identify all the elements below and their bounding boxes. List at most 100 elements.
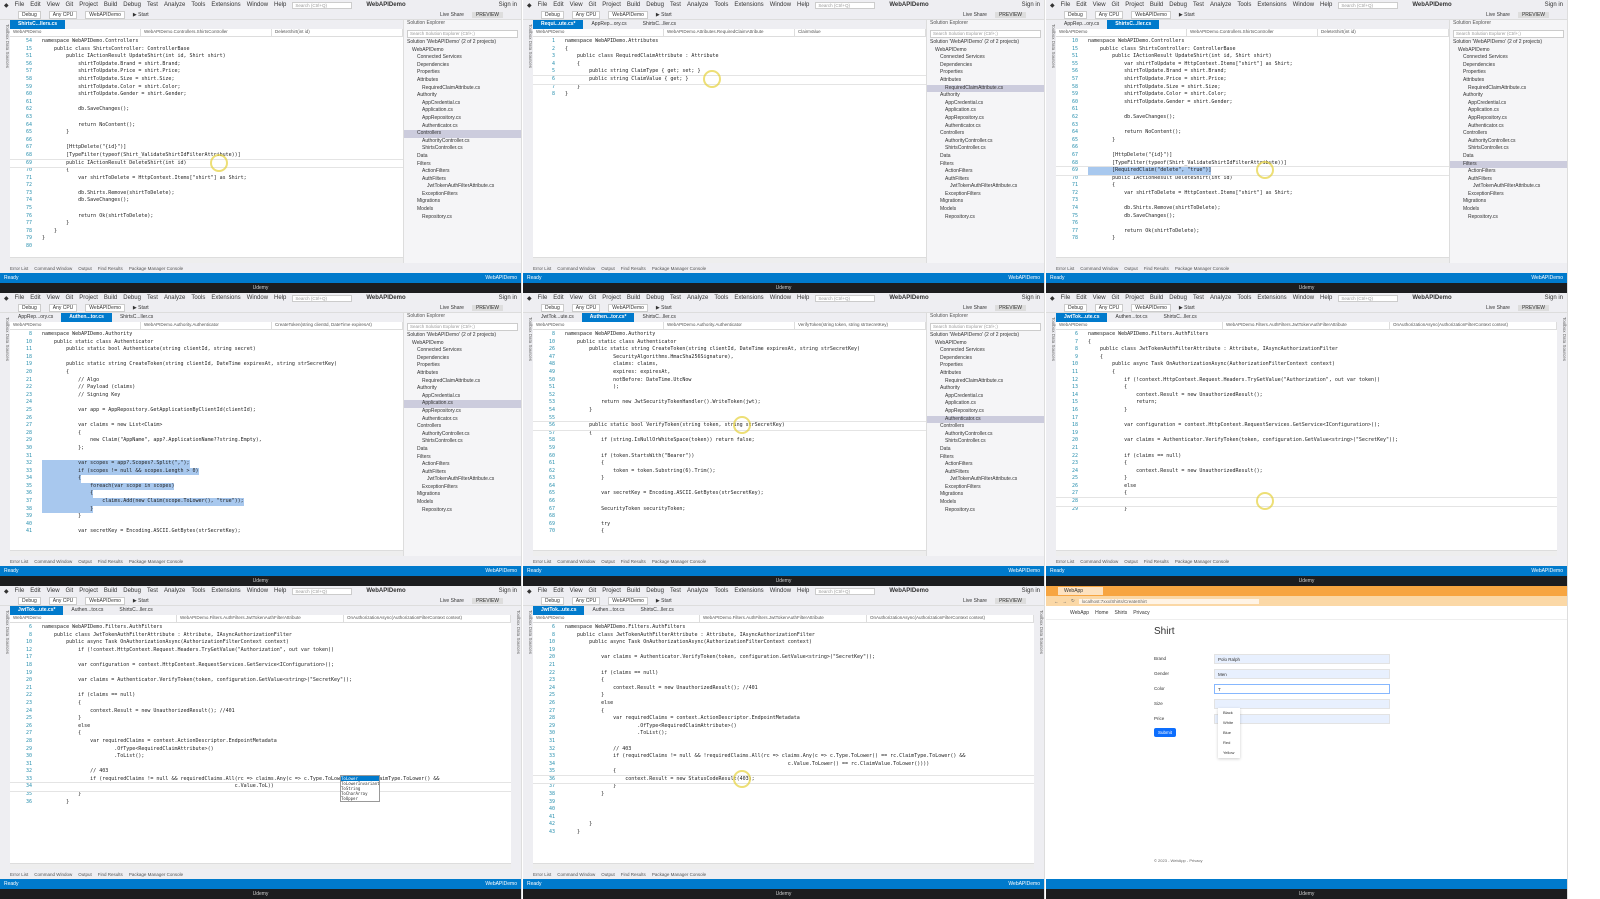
bottom-tab[interactable]: Error List	[1056, 266, 1074, 271]
solution-item[interactable]: AppRepository.cs	[404, 408, 521, 416]
document-tab[interactable]: Authen...tor.cs*	[581, 313, 635, 322]
solution-item[interactable]: WebAPIDemo	[927, 340, 1044, 348]
solution-item[interactable]: AppRepository.cs	[1450, 115, 1567, 123]
menu-window[interactable]: Window	[770, 588, 791, 594]
solution-item[interactable]: Filters	[404, 454, 521, 462]
nav-dropdown[interactable]: ClaimValue	[795, 29, 926, 36]
document-tab[interactable]: AppRep...ory.cs	[1056, 20, 1107, 29]
nav-link[interactable]: Home	[1095, 610, 1108, 616]
config-dropdown[interactable]: Debug	[541, 10, 564, 19]
menu-edit[interactable]: Edit	[1076, 295, 1086, 301]
live-share-button[interactable]: Live Share	[440, 305, 464, 311]
menu-analyze[interactable]: Analyze	[687, 295, 708, 301]
solution-item[interactable]: AuthorityController.cs	[1450, 138, 1567, 146]
sign-in-link[interactable]: Sign in	[499, 2, 517, 8]
horizontal-scrollbar[interactable]	[1056, 257, 1449, 263]
start-button[interactable]: ▶ Start	[656, 305, 672, 311]
sign-in-link[interactable]: Sign in	[499, 295, 517, 301]
solution-item[interactable]: Authority	[1450, 92, 1567, 100]
solution-item[interactable]: Dependencies	[927, 62, 1044, 70]
platform-dropdown[interactable]: Any CPU	[48, 303, 78, 312]
solution-item[interactable]: AppCredential.cs	[1450, 100, 1567, 108]
menu-view[interactable]: View	[570, 2, 583, 8]
solution-item[interactable]: AppCredential.cs	[927, 393, 1044, 401]
document-tab[interactable]: Authen...tor.cs	[1107, 313, 1155, 322]
solution-item[interactable]: Migrations	[404, 491, 521, 499]
autocomplete-option[interactable]: Blue	[1223, 728, 1240, 738]
solution-item[interactable]: Authority	[404, 385, 521, 393]
menu-help[interactable]: Help	[797, 295, 809, 301]
menu-view[interactable]: View	[47, 588, 60, 594]
startup-project-dropdown[interactable]: WebAPIDemo	[85, 10, 125, 19]
bottom-tab[interactable]: Error List	[533, 872, 551, 877]
menu-extensions[interactable]: Extensions	[734, 2, 763, 8]
bottom-tab[interactable]: Command Window	[557, 559, 595, 564]
bottom-tab[interactable]: Output	[601, 559, 615, 564]
bottom-tab[interactable]: Package Manager Console	[652, 559, 706, 564]
nav-link[interactable]: Shirts	[1114, 610, 1127, 616]
solution-item[interactable]: Authority	[927, 92, 1044, 100]
start-button[interactable]: ▶ Start	[656, 12, 672, 18]
menu-edit[interactable]: Edit	[30, 2, 40, 8]
solution-item[interactable]: Controllers	[404, 130, 521, 138]
nav-dropdown[interactable]: WebAPIDemo	[10, 29, 141, 36]
status-project[interactable]: WebAPIDemo	[1008, 275, 1040, 281]
menu-view[interactable]: View	[1093, 2, 1106, 8]
menu-tools[interactable]: Tools	[714, 588, 728, 594]
platform-dropdown[interactable]: Any CPU	[1094, 10, 1124, 19]
right-tool-tabs[interactable]: Toolbox Data Sources	[511, 606, 521, 869]
live-share-button[interactable]: Live Share	[1486, 12, 1510, 18]
solution-item[interactable]: AppCredential.cs	[404, 100, 521, 108]
bottom-tab[interactable]: Package Manager Console	[129, 872, 183, 877]
solution-item[interactable]: AppRepository.cs	[404, 115, 521, 123]
side-tool-tabs[interactable]: Toolbox Data Sources	[0, 313, 10, 556]
solution-item[interactable]: Application.cs	[404, 107, 521, 115]
menu-debug[interactable]: Debug	[123, 588, 141, 594]
solution-item[interactable]: AuthFilters	[927, 176, 1044, 184]
menu-test[interactable]: Test	[147, 588, 158, 594]
solution-item[interactable]: ActionFilters	[404, 168, 521, 176]
menu-test[interactable]: Test	[1193, 295, 1204, 301]
autocomplete-option[interactable]: Black	[1223, 708, 1240, 718]
solution-item[interactable]: ShirtsController.cs	[1450, 145, 1567, 153]
menu-edit[interactable]: Edit	[30, 295, 40, 301]
solution-item[interactable]: Attributes	[1450, 77, 1567, 85]
menu-tools[interactable]: Tools	[714, 2, 728, 8]
live-share-button[interactable]: Live Share	[1486, 305, 1510, 311]
solution-item[interactable]: Attributes	[404, 77, 521, 85]
horizontal-scrollbar[interactable]	[1056, 550, 1557, 556]
document-tab[interactable]: JwtTok...ute.cs*	[10, 606, 64, 615]
solution-item[interactable]: Controllers	[1450, 130, 1567, 138]
menu-test[interactable]: Test	[670, 588, 681, 594]
document-tab[interactable]: ShirtsC...ller.cs	[112, 313, 161, 322]
menu-analyze[interactable]: Analyze	[164, 588, 185, 594]
back-icon[interactable]: ←	[1054, 599, 1059, 604]
code-area[interactable]: 8 namespace WebAPIDemo.Authority 10 public…	[533, 330, 926, 550]
menu-build[interactable]: Build	[627, 2, 640, 8]
solution-item[interactable]: Repository.cs	[404, 214, 521, 222]
solution-item[interactable]: ShirtsController.cs	[927, 145, 1044, 153]
live-share-button[interactable]: Live Share	[963, 305, 987, 311]
nav-dropdown[interactable]: WebAPIDemo	[10, 322, 141, 329]
menu-git[interactable]: Git	[66, 2, 74, 8]
status-project[interactable]: WebAPIDemo	[485, 568, 517, 574]
solution-item[interactable]: ActionFilters	[404, 461, 521, 469]
menu-window[interactable]: Window	[770, 295, 791, 301]
document-tab[interactable]: ShirtsC...ller.cs	[635, 20, 684, 29]
solution-item[interactable]: AuthorityController.cs	[404, 138, 521, 146]
solution-item[interactable]: AuthFilters	[1450, 176, 1567, 184]
browser-tab[interactable]: WebApp	[1058, 587, 1104, 595]
menu-help[interactable]: Help	[274, 2, 286, 8]
intellisense-item[interactable]: ToUpper	[341, 796, 379, 801]
solution-item[interactable]: ShirtsController.cs	[404, 145, 521, 153]
config-dropdown[interactable]: Debug	[1064, 303, 1087, 312]
solution-item[interactable]: ExceptionFilters	[404, 484, 521, 492]
document-tab[interactable]: JwtTok...ute.cs	[533, 606, 585, 615]
search-input[interactable]: Search (Ctrl+Q)	[292, 294, 353, 302]
solution-item[interactable]: RequiredClaimAttribute.cs	[404, 85, 521, 93]
platform-dropdown[interactable]: Any CPU	[48, 10, 78, 19]
solution-item[interactable]: Models	[927, 499, 1044, 507]
menu-file[interactable]: File	[538, 2, 548, 8]
menu-project[interactable]: Project	[79, 588, 98, 594]
solution-item[interactable]: Models	[1450, 206, 1567, 214]
